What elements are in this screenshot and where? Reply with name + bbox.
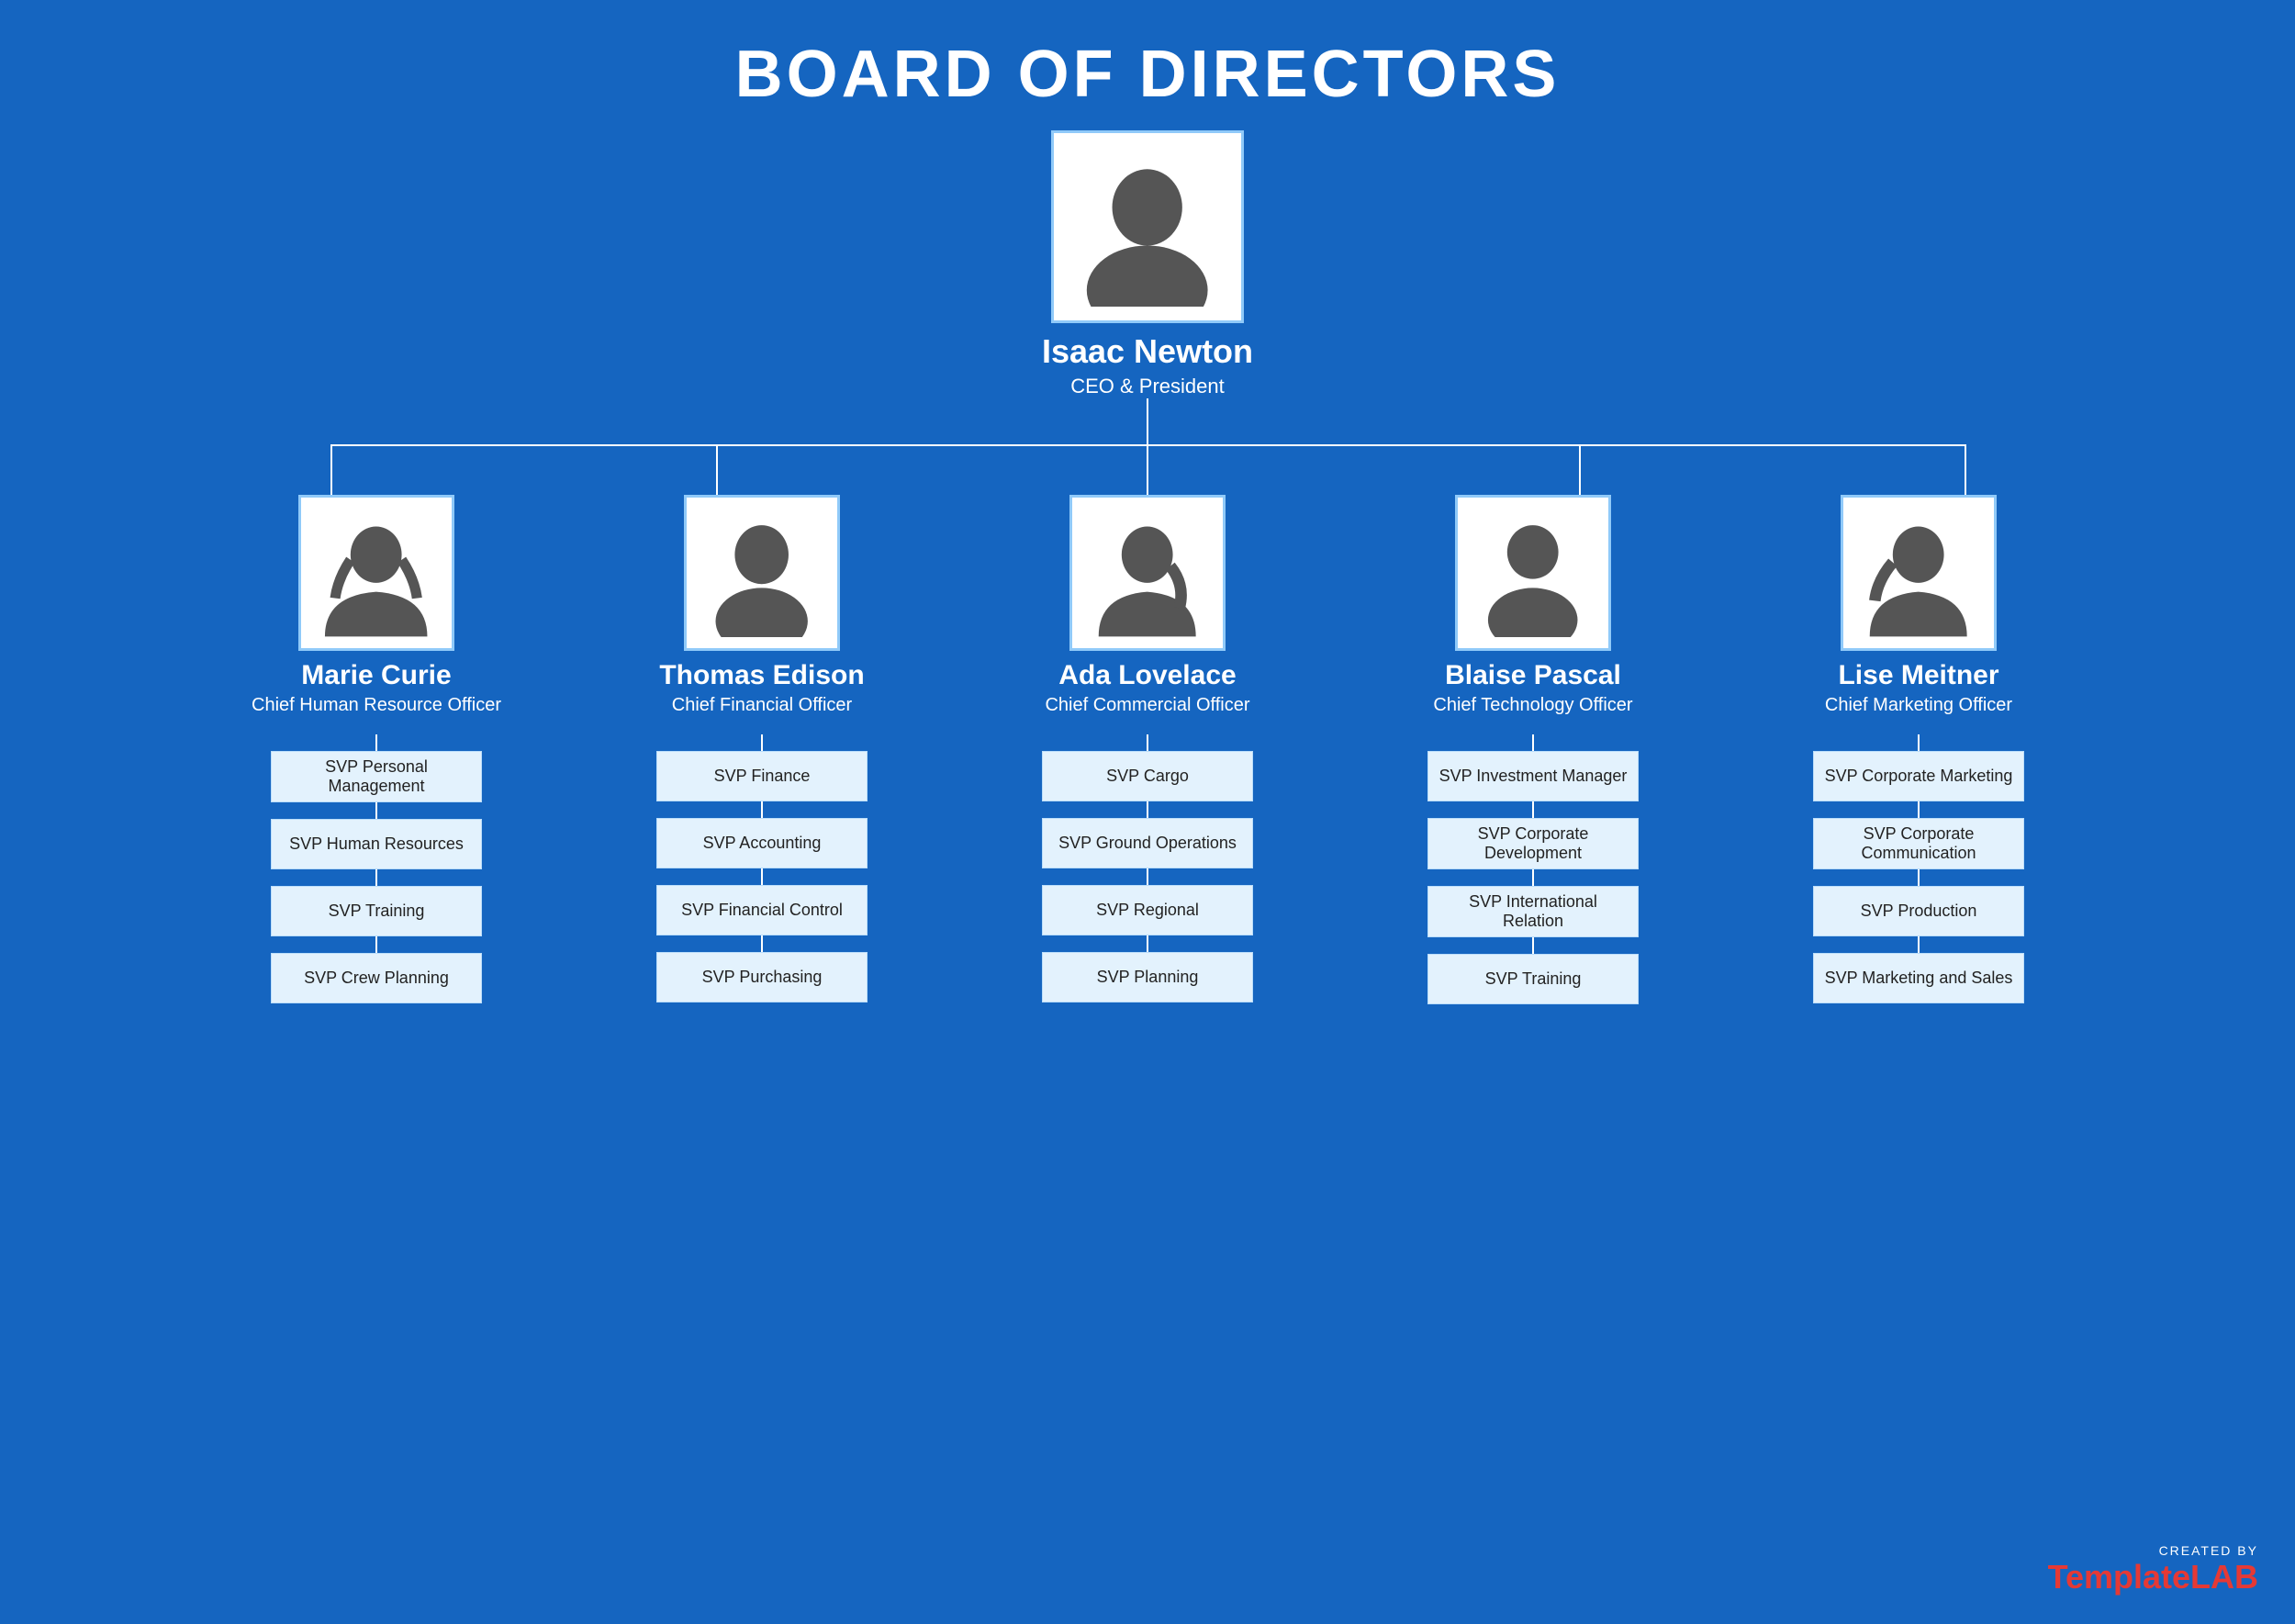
svp-connector <box>375 802 377 819</box>
ada-lovelace-avatar-svg <box>1083 509 1211 636</box>
blaise-pascal-avatar-svg <box>1469 509 1596 636</box>
svp-connector <box>1147 801 1148 818</box>
ceo-v-line <box>1147 398 1148 444</box>
svp-connector <box>1532 734 1534 751</box>
svp-box: SVP Financial Control <box>656 885 868 935</box>
thomas-edison-title: Chief Financial Officer <box>672 695 852 716</box>
svp-box: SVP Accounting <box>656 818 868 868</box>
page-title: BOARD OF DIRECTORS <box>0 0 2295 130</box>
svp-connector <box>761 801 763 818</box>
drop-2 <box>716 444 718 495</box>
ceo-node: Isaac Newton CEO & President <box>1042 130 1253 398</box>
svp-box: SVP Regional <box>1042 885 1253 935</box>
blaise-pascal-title: Chief Technology Officer <box>1433 695 1632 716</box>
blaise-pascal-card: Blaise Pascal Chief Technology Officer <box>1433 495 1632 716</box>
lise-meitner-avatar <box>1841 495 1997 651</box>
svp-connector <box>1147 868 1148 885</box>
svp-box: SVP Planning <box>1042 952 1253 1002</box>
svp-connector <box>1147 935 1148 952</box>
svp-connector <box>375 936 377 953</box>
drop-3 <box>1147 444 1148 495</box>
lise-meitner-svp-chain: SVP Corporate Marketing SVP Corporate Co… <box>1813 734 2024 1003</box>
thomas-edison-svp-chain: SVP Finance SVP Accounting SVP Financial… <box>656 734 868 1002</box>
svp-connector <box>1918 734 1920 751</box>
drop-1 <box>330 444 332 495</box>
blaise-pascal-avatar <box>1455 495 1611 651</box>
thomas-edison-card: Thomas Edison Chief Financial Officer <box>659 495 864 716</box>
svp-box: SVP Personal Management <box>271 751 482 802</box>
svp-box: SVP Corporate Communication <box>1813 818 2024 869</box>
svp-box: SVP Marketing and Sales <box>1813 953 2024 1003</box>
l2-col-5: Lise Meitner Chief Marketing Officer SVP… <box>1726 495 2111 1004</box>
thomas-edison-name: Thomas Edison <box>659 660 864 691</box>
ceo-card: Isaac Newton CEO & President <box>1042 130 1253 398</box>
ada-lovelace-name: Ada Lovelace <box>1058 660 1236 691</box>
ceo-title: CEO & President <box>1070 375 1225 398</box>
ceo-name: Isaac Newton <box>1042 332 1253 371</box>
svp-box: SVP Finance <box>656 751 868 801</box>
svp-box: SVP Cargo <box>1042 751 1253 801</box>
lise-meitner-card: Lise Meitner Chief Marketing Officer <box>1825 495 2012 716</box>
h-connector-area <box>138 444 2157 495</box>
l2-row: Marie Curie Chief Human Resource Officer… <box>138 495 2157 1004</box>
svp-connector <box>761 734 763 751</box>
marie-curie-card: Marie Curie Chief Human Resource Officer <box>252 495 501 716</box>
svp-connector <box>1147 734 1148 751</box>
lise-meitner-avatar-svg <box>1854 509 1982 636</box>
svp-connector <box>375 734 377 751</box>
ada-lovelace-svp-chain: SVP Cargo SVP Ground Operations SVP Regi… <box>1042 734 1253 1002</box>
lise-meitner-name: Lise Meitner <box>1838 660 1998 691</box>
svp-box: SVP Corporate Development <box>1427 818 1639 869</box>
watermark: CREATED BY TemplateLAB <box>2048 1543 2258 1596</box>
marie-curie-title: Chief Human Resource Officer <box>252 695 501 716</box>
l2-col-2: Thomas Edison Chief Financial Officer SV… <box>569 495 955 1004</box>
svp-box: SVP Purchasing <box>656 952 868 1002</box>
blaise-pascal-svp-chain: SVP Investment Manager SVP Corporate Dev… <box>1427 734 1639 1004</box>
drop-4 <box>1579 444 1581 495</box>
svp-connector <box>761 935 763 952</box>
ceo-avatar <box>1051 130 1244 323</box>
thomas-edison-avatar-svg <box>698 509 825 636</box>
svp-box: SVP Human Resources <box>271 819 482 869</box>
svp-connector <box>761 868 763 885</box>
svp-box: SVP Crew Planning <box>271 953 482 1003</box>
svp-connector <box>1918 801 1920 818</box>
lise-meitner-title: Chief Marketing Officer <box>1825 695 2012 716</box>
watermark-brand: TemplateLAB <box>2048 1558 2258 1596</box>
svp-connector <box>1918 869 1920 886</box>
l2-col-4: Blaise Pascal Chief Technology Officer S… <box>1340 495 1726 1004</box>
drop-5 <box>1965 444 1966 495</box>
marie-curie-avatar <box>298 495 454 651</box>
watermark-created-by: CREATED BY <box>2159 1543 2258 1558</box>
svp-box: SVP Ground Operations <box>1042 818 1253 868</box>
svp-connector <box>1532 801 1534 818</box>
svp-box: SVP Training <box>271 886 482 936</box>
svp-box: SVP Corporate Marketing <box>1813 751 2024 801</box>
watermark-brand-template: Template <box>2048 1558 2190 1596</box>
ada-lovelace-title: Chief Commercial Officer <box>1045 695 1249 716</box>
blaise-pascal-name: Blaise Pascal <box>1445 660 1621 691</box>
svp-connector <box>1532 937 1534 954</box>
svp-box: SVP Production <box>1813 886 2024 936</box>
svp-connector <box>1532 869 1534 886</box>
svp-box: SVP International Relation <box>1427 886 1639 937</box>
ada-lovelace-card: Ada Lovelace Chief Commercial Officer <box>1045 495 1249 716</box>
l2-col-3: Ada Lovelace Chief Commercial Officer SV… <box>955 495 1340 1004</box>
ada-lovelace-avatar <box>1069 495 1226 651</box>
svp-box: SVP Training <box>1427 954 1639 1004</box>
svp-connector <box>375 869 377 886</box>
thomas-edison-avatar <box>684 495 840 651</box>
marie-curie-avatar-svg <box>312 509 440 636</box>
org-chart: Isaac Newton CEO & President <box>0 130 2295 1004</box>
svp-connector <box>1918 936 1920 953</box>
l2-col-1: Marie Curie Chief Human Resource Officer… <box>184 495 569 1004</box>
marie-curie-name: Marie Curie <box>301 660 451 691</box>
svp-box: SVP Investment Manager <box>1427 751 1639 801</box>
marie-curie-svp-chain: SVP Personal Management SVP Human Resour… <box>271 734 482 1003</box>
ceo-avatar-svg <box>1068 147 1226 306</box>
watermark-brand-lab: LAB <box>2190 1558 2258 1596</box>
